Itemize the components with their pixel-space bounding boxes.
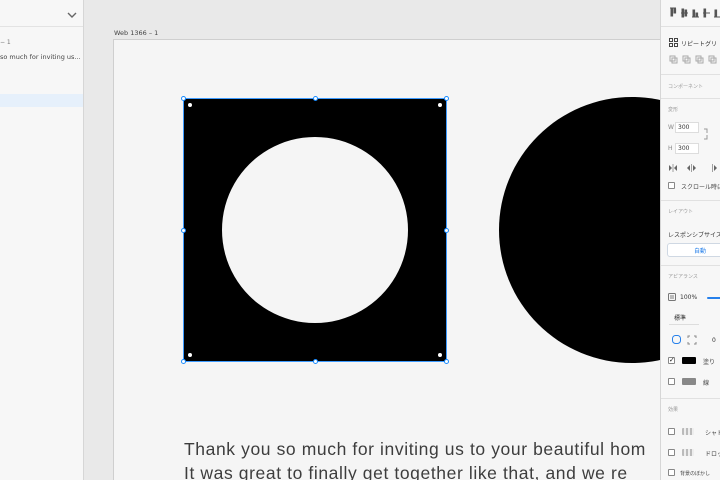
body-text-line: Thank you so much for inviting us to you…: [184, 439, 646, 459]
responsive-auto-button[interactable]: 自動: [667, 243, 720, 257]
body-text-block[interactable]: Thank you so much for inviting us to you…: [184, 437, 660, 480]
square-with-hole-shape[interactable]: [183, 98, 447, 362]
layers-panel: − 1 so much for inviting us...: [0, 0, 84, 480]
layers-divider: [0, 26, 83, 27]
inspector-divider: [661, 398, 720, 399]
blend-divider: [669, 324, 699, 325]
opacity-value[interactable]: 100%: [680, 294, 697, 301]
design-canvas[interactable]: Web 1366 – 1 Thank you so much for invit…: [84, 0, 660, 480]
border-label: 線: [703, 380, 710, 387]
scroll-fixed-label: スクロール時に: [681, 184, 720, 191]
effects-section-title: 効果: [668, 407, 679, 413]
layer-artboard-row[interactable]: − 1: [0, 39, 11, 46]
corner-radius-handle[interactable]: [188, 353, 192, 357]
inspector-divider: [661, 98, 720, 99]
inspector-divider: [661, 265, 720, 266]
drop-shadow-swatch[interactable]: [682, 449, 694, 456]
boolean-ops-icons[interactable]: [669, 55, 720, 64]
opacity-icon: [668, 293, 676, 301]
corner-radius-value[interactable]: 0: [712, 337, 716, 344]
flip-rotate-icons[interactable]: [668, 164, 720, 172]
repeat-grid-icon[interactable]: [669, 38, 678, 47]
scroll-fixed-checkbox[interactable]: [668, 182, 675, 189]
layer-text-row[interactable]: so much for inviting us...: [0, 53, 81, 61]
height-value: 300: [678, 145, 690, 152]
shadow-swatch[interactable]: [682, 428, 694, 435]
resize-handle-tl[interactable]: [181, 96, 186, 101]
blend-mode-select[interactable]: 標準: [674, 313, 686, 322]
responsive-resize-label: レスポンシブサイズ: [668, 232, 720, 239]
corner-radius-handle[interactable]: [438, 353, 442, 357]
width-label: W: [668, 124, 674, 131]
drop-shadow-label: ドロッ: [705, 451, 720, 458]
appearance-section-title: アピアランス: [668, 274, 698, 280]
resize-handle-tm[interactable]: [313, 96, 318, 101]
bg-blur-label: 背景のぼかし: [680, 471, 711, 477]
bg-blur-checkbox[interactable]: [668, 469, 675, 476]
shadow-label: シャド: [705, 430, 720, 437]
body-text-line: It was great to finally get together lik…: [184, 463, 628, 480]
inspector-divider: [661, 26, 720, 27]
corner-radius-icons[interactable]: [672, 335, 706, 345]
height-label: H: [668, 145, 673, 152]
inspector-divider: [661, 200, 720, 201]
chevron-down-icon[interactable]: [66, 9, 78, 21]
repeat-grid-label[interactable]: リピートグリ: [681, 39, 717, 48]
drop-shadow-checkbox[interactable]: [668, 449, 675, 456]
resize-handle-mr[interactable]: [444, 228, 449, 233]
selected-shape-group[interactable]: [181, 96, 449, 364]
inspector-divider: [661, 74, 720, 75]
link-dimensions-icon[interactable]: [703, 128, 709, 140]
fill-checkbox[interactable]: [668, 356, 675, 364]
opacity-slider[interactable]: [707, 297, 720, 299]
resize-handle-ml[interactable]: [181, 228, 186, 233]
transform-section-title: 変形: [668, 107, 679, 113]
resize-handle-bm[interactable]: [313, 359, 318, 364]
resize-handle-br[interactable]: [444, 359, 449, 364]
property-inspector: リピートグリ コンポーネント 変形 W 300 H 300 スクロール時に レイ…: [660, 0, 720, 480]
layout-section-title: レイアウト: [668, 209, 694, 215]
corner-radius-handle[interactable]: [188, 103, 192, 107]
border-color-swatch[interactable]: [682, 378, 696, 385]
shadow-checkbox[interactable]: [668, 428, 675, 435]
artboard-label[interactable]: Web 1366 – 1: [114, 29, 158, 37]
align-toolbar[interactable]: [669, 7, 720, 19]
resize-handle-tr[interactable]: [444, 96, 449, 101]
width-value: 300: [678, 124, 690, 131]
resize-handle-bl[interactable]: [181, 359, 186, 364]
component-section-title: コンポーネント: [668, 84, 704, 90]
auto-button-label: 自動: [694, 248, 707, 255]
border-checkbox[interactable]: [668, 378, 675, 385]
layer-selected-row[interactable]: [0, 94, 83, 107]
corner-radius-handle[interactable]: [438, 103, 442, 107]
fill-color-swatch[interactable]: [682, 357, 696, 364]
fill-label: 塗り: [703, 359, 716, 366]
